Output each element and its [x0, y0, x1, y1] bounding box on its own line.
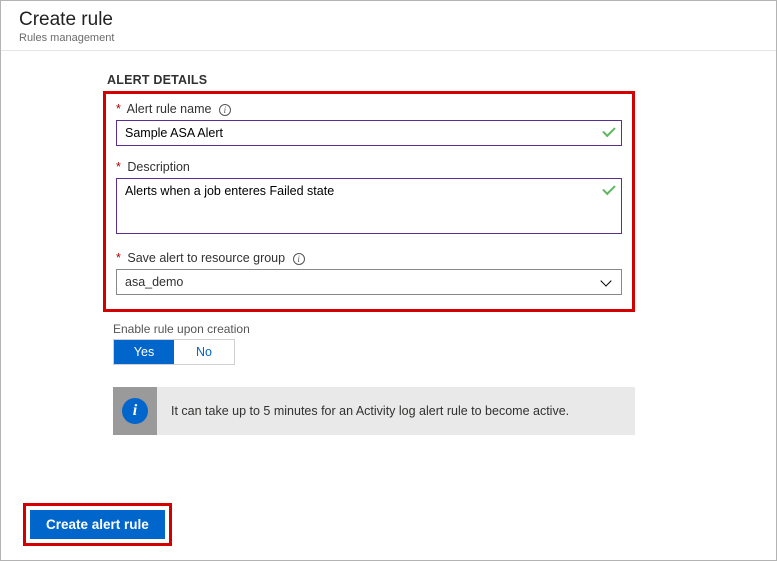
label-resource-group-text: Save alert to resource group: [127, 251, 285, 265]
resource-group-select[interactable]: asa_demo: [116, 269, 622, 295]
info-icon[interactable]: i: [219, 104, 231, 116]
enable-rule-toggle: Yes No: [113, 339, 235, 365]
label-rule-name: * Alert rule name i: [116, 102, 622, 116]
rule-name-input[interactable]: [116, 120, 622, 146]
alert-details-highlight: * Alert rule name i * Description Alerts…: [103, 91, 635, 312]
enable-rule-section: Enable rule upon creation Yes No: [113, 322, 776, 365]
check-icon: [602, 184, 616, 198]
info-icon: i: [122, 398, 148, 424]
field-rule-name: * Alert rule name i: [116, 102, 622, 146]
description-input[interactable]: Alerts when a job enteres Failed state: [116, 178, 622, 234]
field-resource-group: * Save alert to resource group i asa_dem…: [116, 251, 622, 295]
section-alert-details-title: ALERT DETAILS: [107, 73, 776, 87]
create-rule-panel: Create rule Rules management ALERT DETAI…: [0, 0, 777, 561]
panel-header: Create rule Rules management: [1, 1, 776, 51]
check-icon: [602, 126, 616, 140]
info-icon[interactable]: i: [293, 253, 305, 265]
panel-footer: Create alert rule: [23, 503, 172, 546]
enable-rule-label: Enable rule upon creation: [113, 322, 776, 336]
required-asterisk: *: [116, 251, 121, 265]
chevron-down-icon: [602, 277, 614, 289]
label-description-text: Description: [127, 160, 190, 174]
field-description: * Description Alerts when a job enteres …: [116, 160, 622, 237]
required-asterisk: *: [116, 102, 121, 116]
toggle-yes-button[interactable]: Yes: [114, 340, 174, 364]
required-asterisk: *: [116, 160, 121, 174]
page-title: Create rule: [19, 9, 758, 31]
create-alert-rule-button[interactable]: Create alert rule: [30, 510, 165, 539]
panel-content: ALERT DETAILS * Alert rule name i * Desc…: [1, 51, 776, 435]
label-resource-group: * Save alert to resource group i: [116, 251, 622, 265]
note-icon-wrap: i: [113, 387, 157, 435]
note-text: It can take up to 5 minutes for an Activ…: [157, 404, 583, 418]
page-subtitle: Rules management: [19, 32, 758, 44]
activation-note: i It can take up to 5 minutes for an Act…: [113, 387, 635, 435]
toggle-no-button[interactable]: No: [174, 340, 234, 364]
create-button-highlight: Create alert rule: [23, 503, 172, 546]
label-rule-name-text: Alert rule name: [127, 102, 212, 116]
label-description: * Description: [116, 160, 622, 174]
